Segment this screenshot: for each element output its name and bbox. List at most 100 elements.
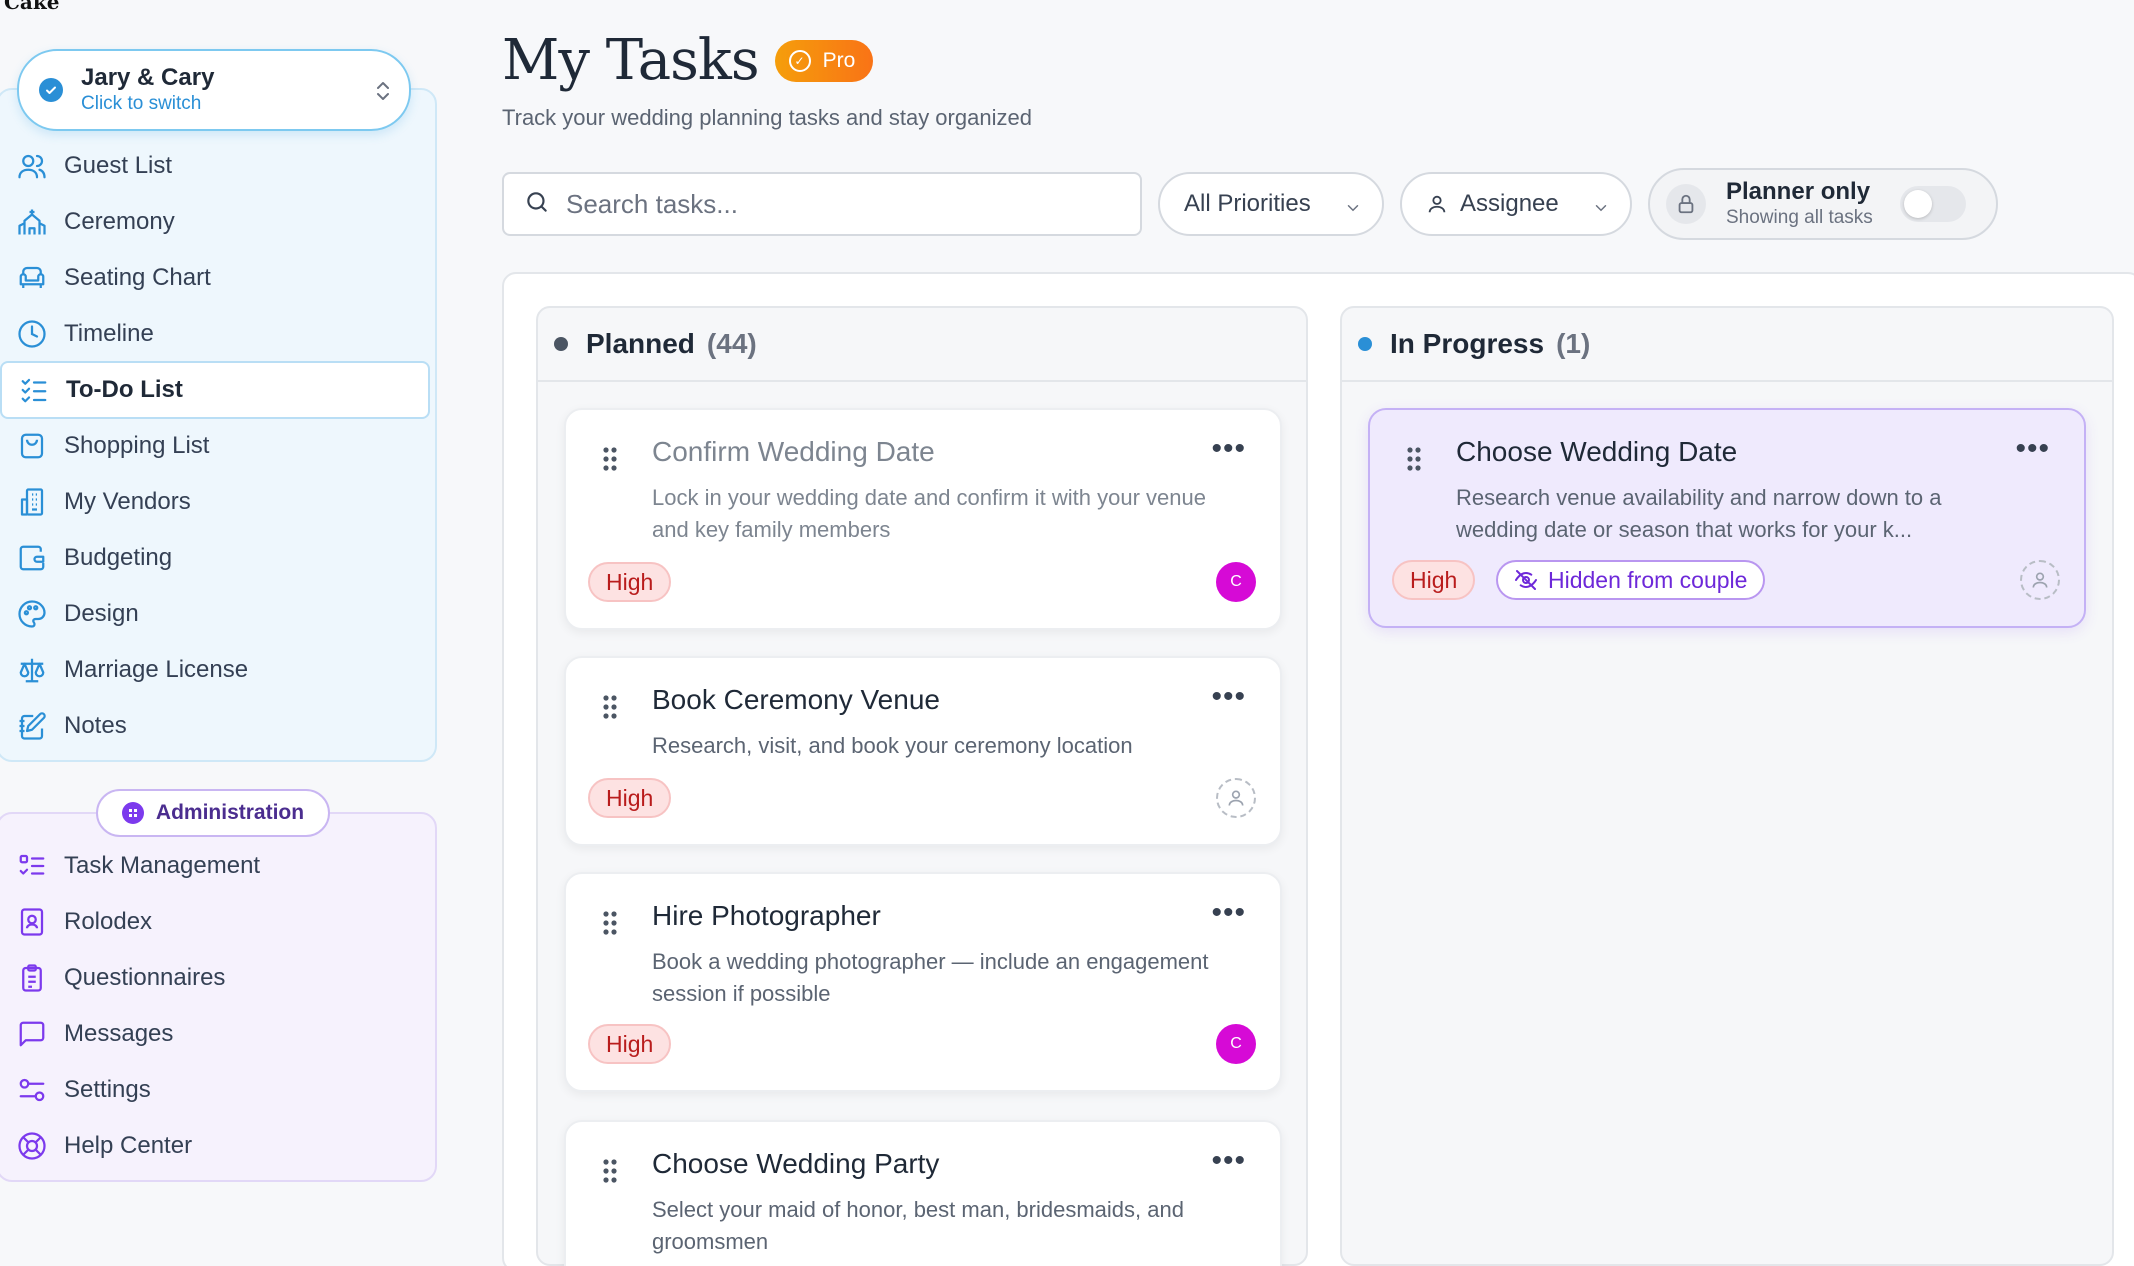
sidebar-item-label: Design xyxy=(64,600,139,627)
sidebar-item-seating-chart[interactable]: Seating Chart xyxy=(0,249,430,307)
palette-icon xyxy=(16,598,48,630)
priority-badge: High xyxy=(1392,560,1476,600)
sidebar-item-messages[interactable]: Messages xyxy=(0,1005,430,1063)
settings-sliders-icon xyxy=(16,1074,48,1106)
task-description: Select your maid of honor, best man, bri… xyxy=(652,1197,1184,1254)
sidebar-item-guest-list[interactable]: Guest List xyxy=(0,137,430,195)
user-icon xyxy=(1426,193,1448,215)
more-icon[interactable]: ••• xyxy=(2015,434,2050,464)
sidebar-item-todo-list[interactable]: To-Do List xyxy=(0,361,430,419)
drag-handle-icon[interactable] xyxy=(602,1158,618,1189)
task-card[interactable]: Book Ceremony Venue Research, visit, and… xyxy=(564,656,1282,846)
message-square-icon xyxy=(16,1018,48,1050)
task-title: Choose Wedding Party xyxy=(652,1148,940,1179)
planner-only-status: Showing all tasks xyxy=(1726,207,1873,228)
list-todo-icon xyxy=(16,850,48,882)
sidebar-item-design[interactable]: Design xyxy=(0,585,430,643)
assignee-filter[interactable]: Assignee xyxy=(1400,172,1632,236)
page-header: My Tasks ✓ Pro xyxy=(502,28,874,93)
clipboard-list-icon xyxy=(16,962,48,994)
sidebar-item-questionnaires[interactable]: Questionnaires xyxy=(0,949,430,1007)
assignee-avatar[interactable]: C xyxy=(1216,1024,1256,1064)
drag-handle-icon[interactable] xyxy=(602,694,618,725)
contact-book-icon xyxy=(16,906,48,938)
sidebar-item-rolodex[interactable]: Rolodex xyxy=(0,893,430,951)
sidebar-item-label: Help Center xyxy=(64,1132,193,1159)
priority-filter[interactable]: All Priorities xyxy=(1158,172,1384,236)
status-dot xyxy=(1358,337,1372,351)
hidden-from-couple-badge: Hidden from couple xyxy=(1496,560,1766,600)
sidebar-item-settings[interactable]: Settings xyxy=(0,1061,430,1119)
task-description: Research venue availability and narrow d… xyxy=(1456,485,1942,542)
task-card[interactable]: Hire Photographer Book a wedding photogr… xyxy=(564,872,1282,1092)
notebook-pen-icon xyxy=(16,710,48,742)
lock-icon xyxy=(1666,184,1706,224)
task-card[interactable]: Choose Wedding Date Research venue avail… xyxy=(1368,408,2086,628)
more-icon[interactable]: ••• xyxy=(1211,1146,1246,1176)
sidebar-item-label: Questionnaires xyxy=(64,964,226,991)
assignee-avatar[interactable]: C xyxy=(1216,562,1256,602)
check-circle-icon xyxy=(39,78,63,102)
drag-handle-icon[interactable] xyxy=(602,910,618,941)
eye-off-icon xyxy=(1515,570,1537,590)
church-icon xyxy=(16,206,48,238)
admin-icon xyxy=(121,802,144,824)
column-header: Planned (44) xyxy=(538,308,1306,382)
wallet-icon xyxy=(16,542,48,574)
planner-only-label: Planner only xyxy=(1726,178,1871,205)
task-title: Choose Wedding Date xyxy=(1456,436,1738,467)
sidebar-item-shopping-list[interactable]: Shopping List xyxy=(0,417,430,475)
sidebar-item-notes[interactable]: Notes xyxy=(0,697,430,755)
couple-name: Jary & Cary xyxy=(81,64,215,91)
search-input[interactable]: Search tasks... xyxy=(502,172,1142,236)
task-card[interactable]: Choose Wedding Party Select your maid of… xyxy=(564,1120,1282,1266)
priority-badge: High xyxy=(588,562,672,602)
page-subtitle: Track your wedding planning tasks and st… xyxy=(502,105,1032,130)
sidebar-item-task-management[interactable]: Task Management xyxy=(0,837,430,895)
sidebar-item-label: Messages xyxy=(64,1020,174,1047)
event-switcher[interactable]: Jary & Cary Click to switch xyxy=(17,49,411,131)
sidebar-item-marriage-license[interactable]: Marriage License xyxy=(0,641,430,699)
more-icon[interactable]: ••• xyxy=(1211,682,1246,712)
drag-handle-icon[interactable] xyxy=(602,446,618,477)
chevron-updown-icon xyxy=(375,79,391,108)
task-card[interactable]: Confirm Wedding Date Lock in your weddin… xyxy=(564,408,1282,630)
administration-label: Administration xyxy=(96,789,330,837)
column-header: In Progress (1) xyxy=(1342,308,2112,382)
switch-hint: Click to switch xyxy=(81,93,202,114)
page-title: My Tasks xyxy=(502,28,760,93)
users-icon xyxy=(16,150,48,182)
checklist-icon xyxy=(18,374,50,406)
task-description: Lock in your wedding date and confirm it… xyxy=(652,485,1206,542)
sidebar-item-my-vendors[interactable]: My Vendors xyxy=(0,473,430,531)
planner-only-toggle[interactable] xyxy=(1900,186,1966,222)
sidebar-item-help-center[interactable]: Help Center xyxy=(0,1117,430,1175)
sidebar-item-label: To-Do List xyxy=(66,376,183,403)
unassigned-avatar-icon[interactable] xyxy=(2020,560,2060,600)
unassigned-avatar-icon[interactable] xyxy=(1216,778,1256,818)
priority-badge: High xyxy=(588,1024,672,1064)
sidebar-item-label: Rolodex xyxy=(64,908,153,935)
sidebar-item-label: Budgeting xyxy=(64,544,173,571)
task-title: Hire Photographer xyxy=(652,900,881,931)
pro-badge: ✓ Pro xyxy=(774,39,874,82)
more-icon[interactable]: ••• xyxy=(1211,898,1246,928)
sidebar-item-budgeting[interactable]: Budgeting xyxy=(0,529,430,587)
sidebar-item-label: Settings xyxy=(64,1076,151,1103)
sidebar-item-timeline[interactable]: Timeline xyxy=(0,305,430,363)
status-dot xyxy=(554,337,568,351)
sidebar: Jary & Cary Click to switch Guest List C… xyxy=(0,0,440,1266)
sidebar-item-label: Guest List xyxy=(64,152,173,179)
more-icon[interactable]: ••• xyxy=(1211,434,1246,464)
building-icon xyxy=(16,486,48,518)
clock-icon xyxy=(16,318,48,350)
task-title: Confirm Wedding Date xyxy=(652,436,935,467)
sidebar-item-label: Ceremony xyxy=(64,208,175,235)
chevron-down-icon xyxy=(1592,196,1610,224)
shopping-bag-icon xyxy=(16,430,48,462)
sidebar-item-ceremony[interactable]: Ceremony xyxy=(0,193,430,251)
sidebar-item-label: Notes xyxy=(64,712,127,739)
drag-handle-icon[interactable] xyxy=(1406,446,1422,477)
task-description: Research, visit, and book your ceremony … xyxy=(652,733,1133,758)
sidebar-item-label: Seating Chart xyxy=(64,264,211,291)
